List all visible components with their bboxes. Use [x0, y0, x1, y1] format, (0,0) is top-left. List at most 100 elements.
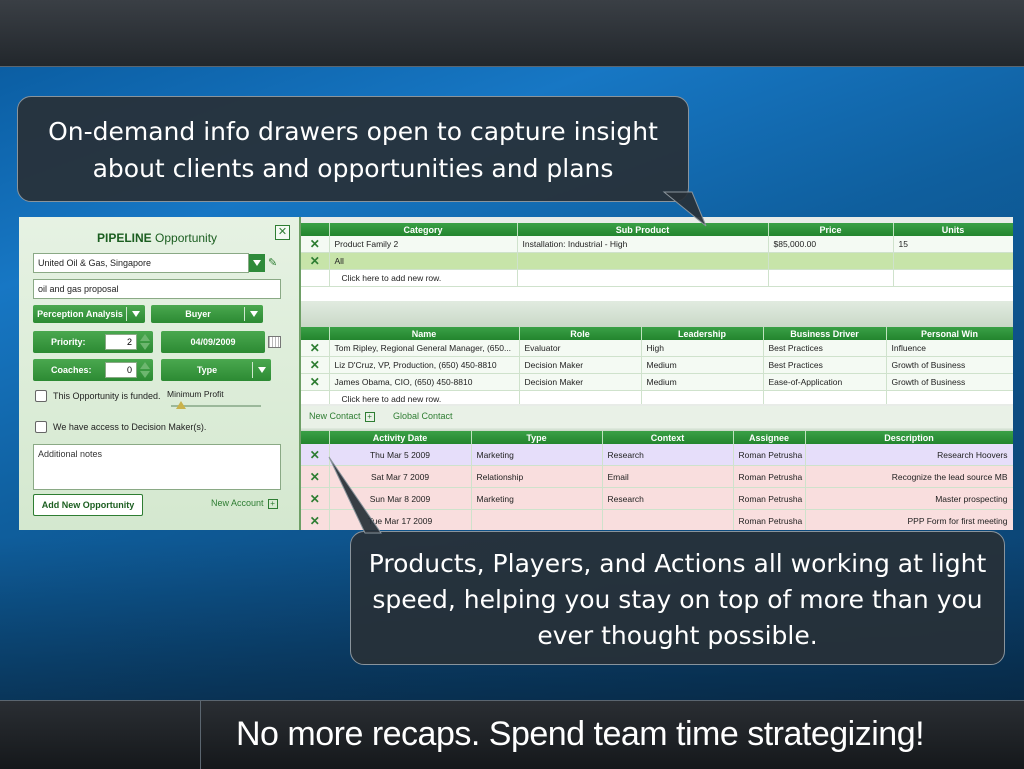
- cell-units[interactable]: 15: [893, 236, 1013, 253]
- cell-driver[interactable]: Best Practices: [763, 356, 887, 374]
- perception-analysis-select[interactable]: Perception Analysis: [33, 305, 145, 323]
- cell-role[interactable]: Decision Maker: [519, 373, 642, 391]
- table-row[interactable]: ✕ Sat Mar 7 2009 Relationship Email Roma…: [301, 465, 1013, 488]
- delete-row-icon[interactable]: ✕: [301, 236, 330, 253]
- header-leadership[interactable]: Leadership: [641, 327, 764, 340]
- opportunity-name-input[interactable]: oil and gas proposal: [33, 279, 281, 299]
- cell-category[interactable]: All: [329, 252, 518, 270]
- add-row-text[interactable]: Click here to add new row.: [329, 390, 520, 404]
- account-dropdown-button[interactable]: [249, 254, 265, 272]
- buyer-select[interactable]: Buyer: [151, 305, 263, 323]
- cell-role[interactable]: Decision Maker: [519, 356, 642, 374]
- cell-type[interactable]: Relationship: [471, 465, 603, 488]
- cell-units[interactable]: [893, 252, 1013, 270]
- header-personal-win[interactable]: Personal Win: [886, 327, 1013, 340]
- global-contact-link[interactable]: Global Contact: [393, 411, 453, 421]
- cell-leadership[interactable]: Medium: [641, 356, 764, 374]
- add-row[interactable]: Click here to add new row.: [301, 390, 1013, 404]
- header-x: [301, 223, 330, 236]
- table-row[interactable]: ✕ James Obama, CIO, (650) 450-8810 Decis…: [301, 373, 1013, 391]
- cell-role[interactable]: Evaluator: [519, 340, 642, 357]
- callout-top: On-demand info drawers open to capture i…: [17, 96, 689, 202]
- table-row[interactable]: ✕ Product Family 2 Installation: Industr…: [301, 236, 1013, 253]
- funded-checkbox[interactable]: [35, 390, 47, 402]
- cell-description[interactable]: Master prospecting: [805, 487, 1013, 510]
- cell-driver[interactable]: Best Practices: [763, 340, 887, 357]
- cell-assignee[interactable]: Roman Petrusha: [733, 465, 806, 488]
- header-business-driver[interactable]: Business Driver: [763, 327, 887, 340]
- table-row[interactable]: ✕ Liz D'Cruz, VP, Production, (650) 450-…: [301, 356, 1013, 374]
- funded-label: This Opportunity is funded.: [53, 391, 161, 401]
- delete-row-icon[interactable]: ✕: [301, 356, 330, 374]
- header-assignee[interactable]: Assignee: [733, 431, 806, 444]
- cell-context[interactable]: Email: [602, 465, 734, 488]
- empty-cell: [768, 269, 894, 287]
- header-activity-date[interactable]: Activity Date: [329, 431, 472, 444]
- header-sub-product[interactable]: Sub Product: [517, 223, 769, 236]
- slider-thumb[interactable]: [176, 401, 186, 409]
- table-row[interactable]: ✕ Tue Mar 17 2009 Roman Petrusha PPP For…: [301, 509, 1013, 530]
- coaches-spin-buttons[interactable]: [139, 361, 151, 379]
- table-row[interactable]: ✕ Thu Mar 5 2009 Marketing Research Roma…: [301, 444, 1013, 466]
- table-row[interactable]: ✕ Sun Mar 8 2009 Marketing Research Roma…: [301, 487, 1013, 510]
- chevron-up-icon: [140, 362, 150, 369]
- cell-context[interactable]: Research: [602, 487, 734, 510]
- add-row[interactable]: Click here to add new row.: [301, 269, 1013, 287]
- cell-win[interactable]: Growth of Business: [886, 356, 1013, 374]
- cell-driver[interactable]: Ease-of-Application: [763, 373, 887, 391]
- decision-maker-checkbox[interactable]: [35, 421, 47, 433]
- priority-stepper[interactable]: 2: [105, 334, 137, 350]
- cell-type[interactable]: Marketing: [471, 444, 603, 466]
- header-context[interactable]: Context: [602, 431, 734, 444]
- cell-description[interactable]: PPP Form for first meeting: [805, 509, 1013, 530]
- close-icon[interactable]: ✕: [275, 225, 290, 240]
- table-row[interactable]: ✕ Tom Ripley, Regional General Manager, …: [301, 340, 1013, 357]
- cell-leadership[interactable]: High: [641, 340, 764, 357]
- cell-name[interactable]: Liz D'Cruz, VP, Production, (650) 450-88…: [329, 356, 520, 374]
- type-select[interactable]: Type: [161, 359, 271, 381]
- cell-leadership[interactable]: Medium: [641, 373, 764, 391]
- cell-context[interactable]: [602, 509, 734, 530]
- cell-price[interactable]: $85,000.00: [768, 236, 894, 253]
- header-name[interactable]: Name: [329, 327, 520, 340]
- cell-price[interactable]: [768, 252, 894, 270]
- header-units[interactable]: Units: [893, 223, 1013, 236]
- cell-name[interactable]: James Obama, CIO, (650) 450-8810: [329, 373, 520, 391]
- cell-sub-product[interactable]: Installation: Industrial - High: [517, 236, 769, 253]
- cell-type[interactable]: [471, 509, 603, 530]
- account-select[interactable]: United Oil & Gas, Singapore: [33, 253, 249, 273]
- cell-assignee[interactable]: Roman Petrusha: [733, 509, 806, 530]
- add-new-opportunity-button[interactable]: Add New Opportunity: [33, 494, 143, 516]
- cell-description[interactable]: Research Hoovers: [805, 444, 1013, 466]
- cell-win[interactable]: Growth of Business: [886, 373, 1013, 391]
- cell-assignee[interactable]: Roman Petrusha: [733, 444, 806, 466]
- players-footer: New Contact + Global Contact: [301, 406, 1013, 428]
- cell-name[interactable]: Tom Ripley, Regional General Manager, (6…: [329, 340, 520, 357]
- priority-spin-buttons[interactable]: [139, 333, 151, 351]
- new-account-link[interactable]: New Account +: [211, 498, 278, 509]
- cell-win[interactable]: Influence: [886, 340, 1013, 357]
- header-description[interactable]: Description: [805, 431, 1013, 444]
- cell-sub-product[interactable]: [517, 252, 769, 270]
- cell-assignee[interactable]: Roman Petrusha: [733, 487, 806, 510]
- cell-category[interactable]: Product Family 2: [329, 236, 518, 253]
- cell-type[interactable]: Marketing: [471, 487, 603, 510]
- callout-bottom-line-1: Products, Players, and Actions all worki…: [368, 549, 987, 578]
- table-row[interactable]: ✕ All: [301, 252, 1013, 270]
- header-price[interactable]: Price: [768, 223, 894, 236]
- header-type[interactable]: Type: [471, 431, 603, 444]
- edit-icon[interactable]: ✎: [268, 257, 280, 269]
- notes-textarea[interactable]: Additional notes: [33, 444, 281, 490]
- add-row-text[interactable]: Click here to add new row.: [329, 269, 518, 287]
- cell-description[interactable]: Recognize the lead source MB: [805, 465, 1013, 488]
- delete-row-icon[interactable]: ✕: [301, 252, 330, 270]
- coaches-stepper[interactable]: 0: [105, 362, 137, 378]
- delete-row-icon[interactable]: ✕: [301, 340, 330, 357]
- calendar-icon[interactable]: [268, 336, 281, 348]
- date-field[interactable]: 04/09/2009: [161, 331, 265, 353]
- delete-row-icon[interactable]: ✕: [301, 373, 330, 391]
- new-contact-link[interactable]: New Contact +: [309, 411, 375, 422]
- header-role[interactable]: Role: [519, 327, 642, 340]
- cell-context[interactable]: Research: [602, 444, 734, 466]
- header-category[interactable]: Category: [329, 223, 518, 236]
